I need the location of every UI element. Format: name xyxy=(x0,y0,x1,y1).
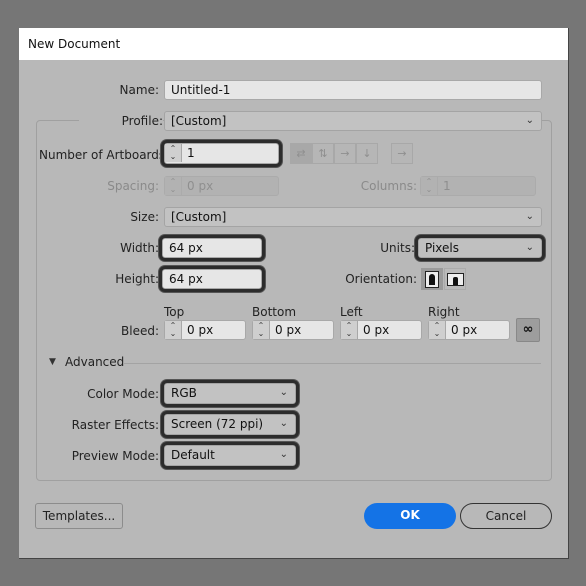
size-label: Size: xyxy=(130,210,159,224)
templates-button[interactable]: Templates... xyxy=(35,503,123,529)
name-label: Name: xyxy=(119,83,159,97)
bleed-top-stepper[interactable]: ⌃ ⌄ 0 px xyxy=(164,320,246,340)
width-input[interactable]: 64 px xyxy=(159,235,265,261)
disclosure-triangle-icon[interactable]: ▼ xyxy=(49,357,56,367)
bleed-left-value: 0 px xyxy=(363,323,390,337)
grid-by-row-icon[interactable]: ⇄ xyxy=(290,143,312,164)
stepper-arrows-icon[interactable]: ⌃ ⌄ xyxy=(429,321,446,339)
chevron-down-icon: ⌄ xyxy=(525,242,534,253)
columns-stepper[interactable]: ⌃ ⌄ 1 xyxy=(420,176,536,196)
arrange-by-row-icon[interactable]: → xyxy=(334,143,356,164)
artboards-stepper[interactable]: ⌃ ⌄ 1 xyxy=(161,140,282,167)
size-select[interactable]: [Custom] ⌄ xyxy=(164,207,542,227)
color-mode-value: RGB xyxy=(171,386,197,400)
bleed-bottom-label: Bottom xyxy=(252,305,297,319)
advanced-divider xyxy=(123,363,541,364)
dialog-title: New Document xyxy=(28,37,121,51)
name-input[interactable]: Untitled-1 xyxy=(164,80,542,100)
raster-effects-value: Screen (72 ppi) xyxy=(171,417,264,431)
grid-by-column-icon[interactable]: ⇅ xyxy=(312,143,334,164)
bleed-right-label: Right xyxy=(428,305,460,319)
bleed-label: Bleed: xyxy=(121,324,159,338)
landscape-orientation-button[interactable] xyxy=(444,268,466,290)
raster-effects-select[interactable]: Screen (72 ppi) ⌄ xyxy=(161,411,299,438)
bleed-right-stepper[interactable]: ⌃ ⌄ 0 px xyxy=(428,320,510,340)
units-label: Units: xyxy=(380,241,415,255)
ok-button[interactable]: OK xyxy=(364,503,456,529)
bleed-right-value: 0 px xyxy=(451,323,478,337)
spacing-stepper[interactable]: ⌃ ⌄ 0 px xyxy=(164,176,279,196)
preview-mode-label: Preview Mode: xyxy=(71,449,159,463)
chevron-down-icon: ⌄ xyxy=(279,418,288,429)
stepper-arrows-icon[interactable]: ⌃ ⌄ xyxy=(165,321,182,339)
artboards-value: 1 xyxy=(187,146,195,160)
arrange-by-column-icon[interactable]: ↓ xyxy=(356,143,378,164)
spacing-value: 0 px xyxy=(187,179,214,193)
advanced-toggle[interactable]: Advanced xyxy=(65,355,124,369)
bleed-bottom-value: 0 px xyxy=(275,323,302,337)
height-input[interactable]: 64 px xyxy=(159,266,265,292)
stepper-arrows-icon: ⌃ ⌄ xyxy=(421,177,438,195)
stepper-arrows-icon[interactable]: ⌃ ⌄ xyxy=(253,321,270,339)
right-to-left-icon[interactable]: → xyxy=(391,143,413,164)
color-mode-label: Color Mode: xyxy=(87,387,159,401)
profile-select[interactable]: [Custom] ⌄ xyxy=(164,111,542,131)
landscape-icon xyxy=(447,273,464,286)
chevron-down-icon: ⌄ xyxy=(279,449,288,460)
bleed-bottom-stepper[interactable]: ⌃ ⌄ 0 px xyxy=(252,320,334,340)
spacing-label: Spacing: xyxy=(107,179,159,193)
orientation-label: Orientation: xyxy=(345,272,417,286)
stepper-arrows-icon[interactable]: ⌃ ⌄ xyxy=(165,144,182,162)
artboards-label: Number of Artboards: xyxy=(39,148,170,162)
chevron-down-icon: ⌄ xyxy=(525,115,534,126)
link-icon[interactable]: ∞ xyxy=(516,318,540,342)
stepper-arrows-icon: ⌃ ⌄ xyxy=(165,177,182,195)
chevron-down-icon: ⌄ xyxy=(525,211,534,222)
profile-value: [Custom] xyxy=(171,114,227,128)
bleed-top-value: 0 px xyxy=(187,323,214,337)
new-document-dialog: New Document Name: Untitled-1 Profile: [… xyxy=(19,28,569,559)
cancel-button[interactable]: Cancel xyxy=(460,503,552,529)
units-value: Pixels xyxy=(425,241,460,255)
portrait-orientation-button[interactable] xyxy=(421,268,443,290)
preview-mode-select[interactable]: Default ⌄ xyxy=(161,442,299,469)
title-bar: New Document xyxy=(19,28,568,60)
width-label: Width: xyxy=(120,241,159,255)
bleed-left-label: Left xyxy=(340,305,363,319)
units-select[interactable]: Pixels ⌄ xyxy=(415,235,545,261)
color-mode-select[interactable]: RGB ⌄ xyxy=(161,380,299,407)
bleed-top-label: Top xyxy=(164,305,185,319)
height-label: Height: xyxy=(115,272,159,286)
raster-effects-label: Raster Effects: xyxy=(71,418,159,432)
chevron-down-icon: ⌄ xyxy=(279,387,288,398)
stepper-arrows-icon[interactable]: ⌃ ⌄ xyxy=(341,321,358,339)
size-value: [Custom] xyxy=(171,210,227,224)
bleed-left-stepper[interactable]: ⌃ ⌄ 0 px xyxy=(340,320,422,340)
preview-mode-value: Default xyxy=(171,448,215,462)
columns-label: Columns: xyxy=(360,179,417,193)
profile-label: Profile: xyxy=(79,114,163,128)
portrait-icon xyxy=(425,271,439,288)
columns-value: 1 xyxy=(443,179,451,193)
